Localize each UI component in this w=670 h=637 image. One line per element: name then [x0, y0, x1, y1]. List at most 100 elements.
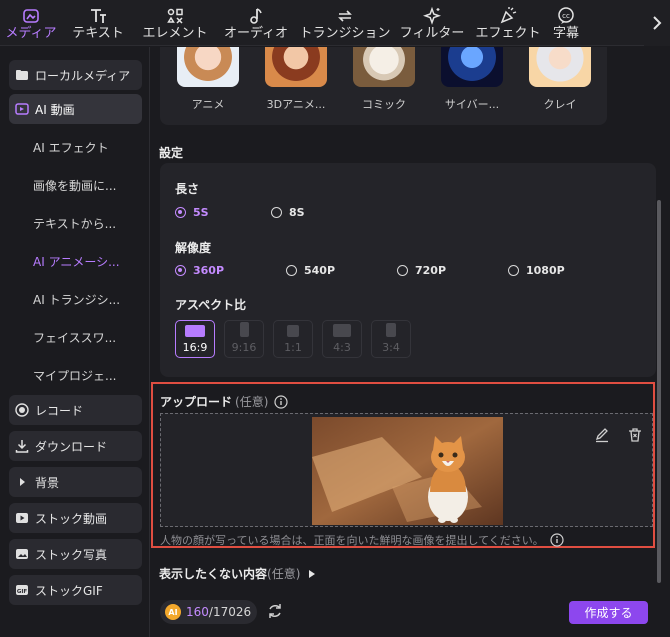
tab-label: オーディオ	[223, 25, 289, 41]
sidebar-sub-image-to-video[interactable]: 画像を動画に...	[33, 177, 116, 194]
download-icon	[15, 439, 29, 453]
sidebar-sub-my-projects[interactable]: マイプロジェ...	[33, 367, 116, 384]
radio-label: 360P	[193, 264, 225, 277]
sidebar-item-stock-video[interactable]: ストック動画	[9, 503, 142, 533]
main-panel: アニメ 3Dアニメ... コミック サイバー... クレイ 設定 長さ 5S 8…	[151, 47, 657, 590]
footer-bar: AI 160 /17026 作成する	[151, 590, 670, 637]
sidebar-sub-ai-transition[interactable]: AI トランジシ...	[33, 291, 120, 308]
aspect-9-16-icon	[239, 322, 249, 337]
sidebar-item-label: AI 動画	[35, 102, 75, 117]
create-button[interactable]: 作成する	[569, 601, 648, 624]
credits-total: /17026	[208, 605, 252, 619]
refresh-icon[interactable]	[266, 602, 284, 620]
upload-drop-area[interactable]	[160, 413, 653, 527]
tab-media[interactable]: メディア	[0, 0, 62, 46]
length-label: 長さ	[175, 182, 200, 196]
radio-selected-icon	[175, 207, 186, 218]
tab-effect[interactable]: エフェクト	[470, 0, 546, 46]
tab-label: トランジション	[299, 25, 391, 41]
resolution-label: 解像度	[175, 241, 212, 255]
length-option-5s[interactable]: 5S	[175, 206, 209, 219]
sidebar-item-label: レコード	[35, 403, 84, 418]
sidebar-sub-ai-effect[interactable]: AI エフェクト	[33, 139, 109, 156]
sidebar-sub-text-to-video[interactable]: テキストから...	[33, 215, 116, 232]
tab-elements[interactable]: エレメント	[134, 0, 216, 46]
tab-audio[interactable]: オーディオ	[216, 0, 296, 46]
tab-label: エフェクト	[475, 25, 541, 41]
style-label: サイバー...	[444, 98, 500, 111]
radio-icon	[397, 265, 408, 276]
3d-anime-thumbnail	[265, 47, 327, 87]
tab-filter[interactable]: フィルター	[394, 0, 470, 46]
aspect-option-16-9[interactable]: 16:9	[175, 320, 215, 358]
tab-label: フィルター	[399, 25, 465, 41]
record-icon	[15, 403, 29, 417]
tab-label: エレメント	[142, 25, 208, 41]
sidebar-item-background[interactable]: 背景	[9, 467, 142, 497]
upload-section: アップロード (任意) 人物の顔が写っている場合は、正面を向いた鮮明な画像を提出…	[151, 382, 655, 548]
style-label: コミック	[362, 98, 406, 111]
info-icon[interactable]	[550, 533, 564, 547]
caption-icon: cc	[558, 6, 574, 24]
resolution-option-360p[interactable]: 360P	[175, 264, 224, 277]
photo-icon	[15, 547, 29, 561]
aspect-label: 9:16	[231, 341, 257, 354]
style-option-3d-anime[interactable]: 3Dアニメ...	[263, 47, 329, 112]
svg-text:GIF: GIF	[17, 589, 28, 595]
resolution-option-720p[interactable]: 720P	[397, 264, 446, 277]
tab-label: テキスト	[72, 25, 124, 41]
radio-label: 5S	[193, 206, 209, 219]
sidebar-item-label: ローカルメディア	[35, 68, 131, 83]
scrollbar[interactable]	[657, 200, 661, 583]
sidebar-item-stock-photo[interactable]: ストック写真	[9, 539, 142, 569]
style-label: クレイ	[543, 98, 577, 111]
style-option-cyber[interactable]: サイバー...	[439, 47, 505, 112]
style-label: 3Dアニメ...	[266, 98, 326, 111]
tab-text[interactable]: テキスト	[62, 0, 134, 46]
credits-used: 160	[186, 605, 209, 619]
negative-prompt-toggle[interactable]: 表示したくない内容 (任意)	[159, 565, 318, 582]
radio-label: 8S	[289, 206, 305, 219]
delete-icon[interactable]	[627, 427, 643, 443]
sidebar-sub-face-swap[interactable]: フェイススワ...	[33, 329, 116, 346]
radio-label: 1080P	[526, 264, 565, 277]
aspect-option-4-3[interactable]: 4:3	[322, 320, 362, 358]
sidebar-item-label: ストック写真	[35, 547, 108, 562]
length-option-8s[interactable]: 8S	[271, 206, 305, 219]
aspect-option-9-16[interactable]: 9:16	[224, 320, 264, 358]
sidebar-item-ai-video[interactable]: AI 動画	[9, 94, 142, 124]
style-option-clay[interactable]: クレイ	[527, 47, 593, 112]
sidebar-item-label: ダウンロード	[35, 439, 108, 454]
svg-text:cc: cc	[562, 12, 570, 20]
caret-right-icon	[15, 475, 29, 489]
tab-label: メディア	[5, 25, 57, 41]
sidebar-item-record[interactable]: レコード	[9, 395, 142, 425]
toolbar-next-button[interactable]	[644, 0, 670, 46]
edit-icon[interactable]	[594, 427, 610, 443]
style-option-comic[interactable]: コミック	[351, 47, 417, 112]
aspect-label: 1:1	[284, 341, 302, 354]
text-icon	[91, 8, 106, 23]
style-option-anime[interactable]: アニメ	[175, 47, 241, 112]
info-icon[interactable]	[274, 394, 288, 409]
elements-icon	[167, 8, 183, 24]
audio-icon	[250, 7, 262, 24]
ai-coin-icon: AI	[165, 604, 181, 620]
resolution-option-1080p[interactable]: 1080P	[508, 264, 565, 277]
folder-icon	[15, 68, 29, 82]
resolution-option-540p[interactable]: 540P	[286, 264, 335, 277]
sidebar-item-label: 背景	[35, 475, 60, 490]
tab-transition[interactable]: トランジション	[296, 0, 394, 46]
sidebar-sub-ai-animation[interactable]: AI アニメーシ...	[33, 253, 120, 270]
upload-optional-label: (任意)	[235, 395, 269, 409]
tab-caption[interactable]: cc 字幕	[546, 0, 586, 46]
aspect-option-3-4[interactable]: 3:4	[371, 320, 411, 358]
aspect-option-1-1[interactable]: 1:1	[273, 320, 313, 358]
effect-icon	[500, 6, 517, 23]
filter-icon	[422, 6, 442, 25]
sidebar-item-stock-gif[interactable]: GIF ストックGIF	[9, 575, 142, 605]
upload-title-label: アップロード	[160, 395, 233, 409]
aspect-16-9-icon	[185, 325, 205, 337]
sidebar-item-local-media[interactable]: ローカルメディア	[9, 60, 142, 90]
sidebar-item-download[interactable]: ダウンロード	[9, 431, 142, 461]
